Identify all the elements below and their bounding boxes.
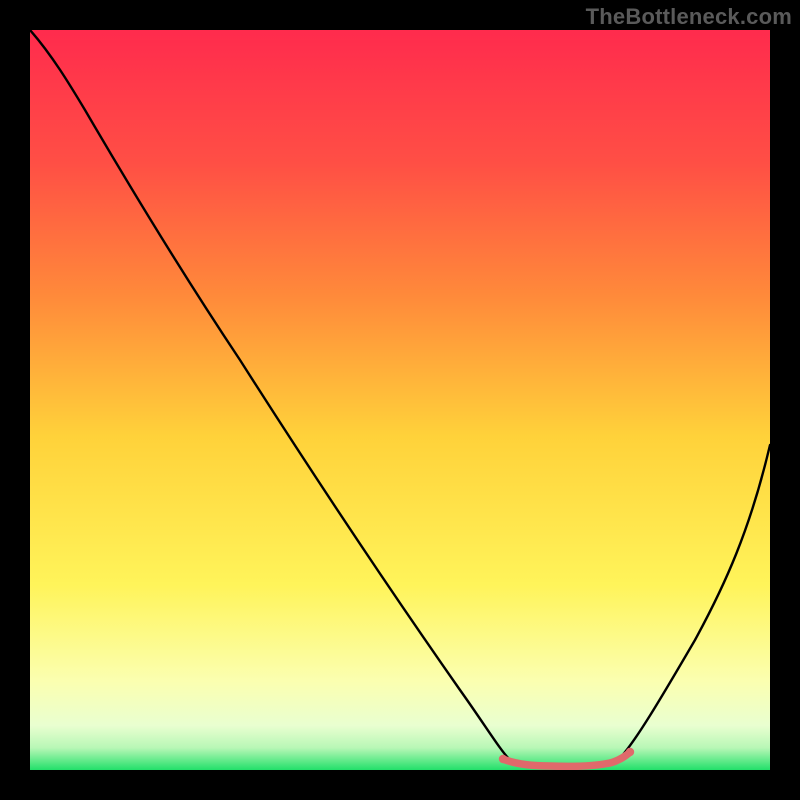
highlight-end-left bbox=[499, 755, 507, 763]
chart-container: TheBottleneck.com bbox=[0, 0, 800, 800]
bottleneck-curve bbox=[30, 30, 770, 766]
watermark-text: TheBottleneck.com bbox=[586, 4, 792, 30]
plot-area bbox=[30, 30, 770, 770]
curve-layer bbox=[30, 30, 770, 770]
highlight-end-right bbox=[626, 748, 634, 756]
good-range-highlight bbox=[503, 752, 630, 766]
